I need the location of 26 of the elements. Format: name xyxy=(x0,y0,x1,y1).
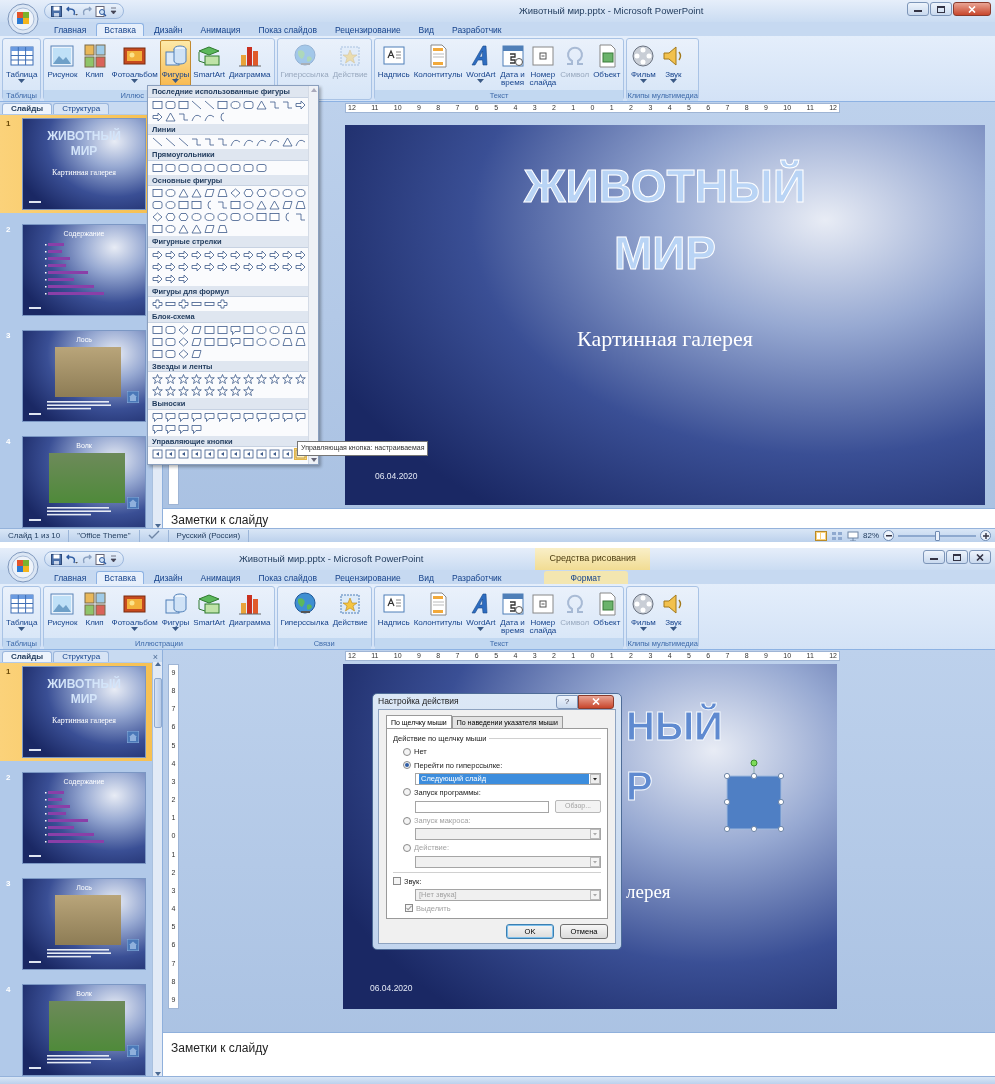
window-title: Животный мир.pptx - Microsoft PowerPoint xyxy=(239,551,424,566)
status-text: "Office Theme" xyxy=(69,529,140,542)
slide-number: 3 xyxy=(5,878,12,890)
thumbnail-subtitle: Картинная галерея xyxy=(51,167,117,179)
slide-title: МИР xyxy=(613,225,717,281)
window-title: Животный мир.pptx - Microsoft PowerPoint xyxy=(519,3,704,18)
contextual-tab-header: Средства рисования xyxy=(535,548,650,570)
slide-date: 06.04.2020 xyxy=(370,982,413,995)
slide-number: 3 xyxy=(5,330,12,342)
slide-title: Р xyxy=(626,764,653,808)
status-text: Русский (Россия) xyxy=(168,529,250,542)
dialog-title: Настройка действия xyxy=(378,695,459,708)
thumbnail-subtitle: Картинная галерея xyxy=(51,715,117,727)
slide-number: 2 xyxy=(5,224,12,236)
slide-date: 06.04.2020 xyxy=(375,470,418,483)
status-text: Слайд 1 из 10 xyxy=(0,529,70,542)
slide-number: 4 xyxy=(5,984,12,996)
thumbnail-title: МИР xyxy=(69,143,99,160)
thumbnail-title: МИР xyxy=(69,691,99,708)
slide-subtitle: Картинная галерея xyxy=(577,325,753,354)
slide-title: НЫЙ xyxy=(626,704,723,748)
slide-number: 4 xyxy=(5,436,12,448)
slide-subtitle: лерея xyxy=(626,880,671,904)
slide-number: 1 xyxy=(5,666,12,678)
slide-number: 1 xyxy=(5,118,12,130)
slide-number: 2 xyxy=(5,772,12,784)
